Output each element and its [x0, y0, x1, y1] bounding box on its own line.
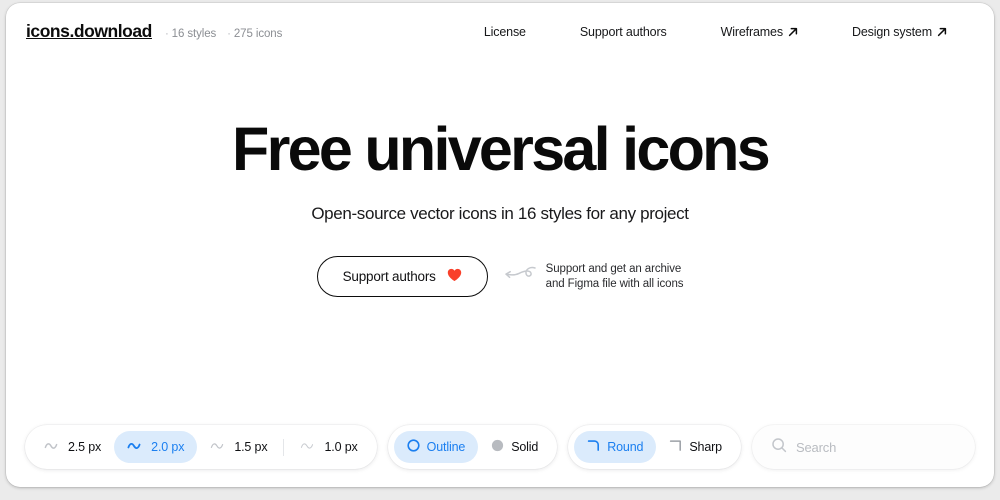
fill-style-option-solid-label: Solid [511, 440, 539, 454]
nav-item-design-system[interactable]: Design system [825, 19, 974, 45]
circle-solid-icon [491, 439, 504, 455]
nav-item-support-authors-label: Support authors [579, 24, 667, 39]
fill-style-option-outline[interactable]: Outline [393, 431, 479, 463]
toolbar-divider [283, 438, 285, 456]
support-authors-button-label: Support authors [342, 269, 436, 284]
meta-icons-count: · 275 icons [227, 28, 282, 40]
corner-style-option-sharp[interactable]: Sharp [656, 431, 735, 463]
main-nav: License Support authors Wireframes Desig… [457, 19, 974, 45]
cta-annotation-line-1: Support and get an archive [545, 262, 682, 275]
corner-style-group: Round Sharp [568, 425, 741, 469]
circle-outline-icon [407, 439, 420, 455]
stroke-width-option-1-5-label: 1.5 px [234, 440, 268, 454]
support-authors-button[interactable]: Support authors [316, 256, 488, 297]
cta-annotation-line-2: and Figma file with all icons [545, 277, 684, 290]
meta-icons-label: 275 icons [233, 28, 283, 40]
hero-section: Free universal icons Open-source vector … [6, 119, 994, 297]
external-link-arrow-icon [788, 26, 798, 37]
search-box[interactable] [751, 425, 975, 469]
stroke-width-option-1-5[interactable]: 1.5 px [197, 431, 280, 463]
corner-style-option-sharp-label: Sharp [689, 440, 722, 454]
curly-arrow-left-icon [504, 263, 537, 290]
nav-item-license-label: License [483, 24, 526, 39]
fill-style-option-solid[interactable]: Solid [478, 431, 551, 463]
fill-style-option-outline-label: Outline [426, 440, 466, 454]
site-logo[interactable]: icons.download [26, 21, 152, 42]
page-title: Free universal icons [232, 115, 771, 183]
stroke-width-option-2-5[interactable]: 2.5 px [31, 431, 114, 463]
brand-block: icons.download · 16 styles · 275 icons [26, 21, 282, 42]
page-subtitle: Open-source vector icons in 16 styles fo… [311, 204, 689, 223]
stroke-width-group: 2.5 px 2.0 px 1.5 px 1.0 px [25, 425, 377, 469]
wave-icon [300, 440, 317, 455]
cta-annotation: Support and get an archive and Figma fil… [504, 262, 684, 292]
wave-icon [210, 440, 227, 455]
search-input[interactable] [795, 439, 956, 455]
stroke-width-option-1-0[interactable]: 1.0 px [287, 431, 370, 463]
filters-toolbar: 2.5 px 2.0 px 1.5 px 1.0 px Outline Soli… [6, 425, 994, 469]
search-icon [771, 437, 787, 458]
brand-meta: · 16 styles · 275 icons [165, 28, 282, 40]
wave-icon [127, 440, 144, 455]
meta-bullet-icon: · [164, 28, 169, 40]
fill-style-group: Outline Solid [387, 425, 558, 469]
site-header: icons.download · 16 styles · 275 icons Lic… [6, 3, 994, 60]
stroke-width-option-2-0-label: 2.0 px [151, 440, 185, 454]
corner-round-icon [587, 439, 600, 455]
corner-sharp-icon [669, 439, 682, 455]
nav-item-support-authors[interactable]: Support authors [553, 19, 694, 45]
stroke-width-option-2-5-label: 2.5 px [68, 440, 102, 454]
nav-item-wireframes-label: Wireframes [720, 24, 784, 39]
stroke-width-option-1-0-label: 1.0 px [324, 440, 358, 454]
nav-item-license[interactable]: License [457, 19, 553, 45]
nav-item-wireframes[interactable]: Wireframes [694, 19, 825, 45]
heart-icon [447, 268, 462, 285]
corner-style-option-round-label: Round [607, 440, 644, 454]
cta-annotation-text: Support and get an archive and Figma fil… [546, 262, 684, 292]
wave-icon [44, 440, 61, 455]
meta-bullet-icon: · [227, 28, 231, 40]
corner-style-option-round[interactable]: Round [574, 431, 657, 463]
stroke-width-option-2-0[interactable]: 2.0 px [114, 431, 198, 463]
external-link-arrow-icon [937, 26, 947, 37]
page-card: icons.download · 16 styles · 275 icons Lic… [6, 3, 994, 487]
meta-styles-count: · 16 styles [165, 28, 216, 40]
cta-row: Support authors Support and get an archi… [6, 256, 994, 297]
nav-item-design-system-label: Design system [851, 24, 932, 39]
meta-styles-label: 16 styles [171, 28, 217, 40]
